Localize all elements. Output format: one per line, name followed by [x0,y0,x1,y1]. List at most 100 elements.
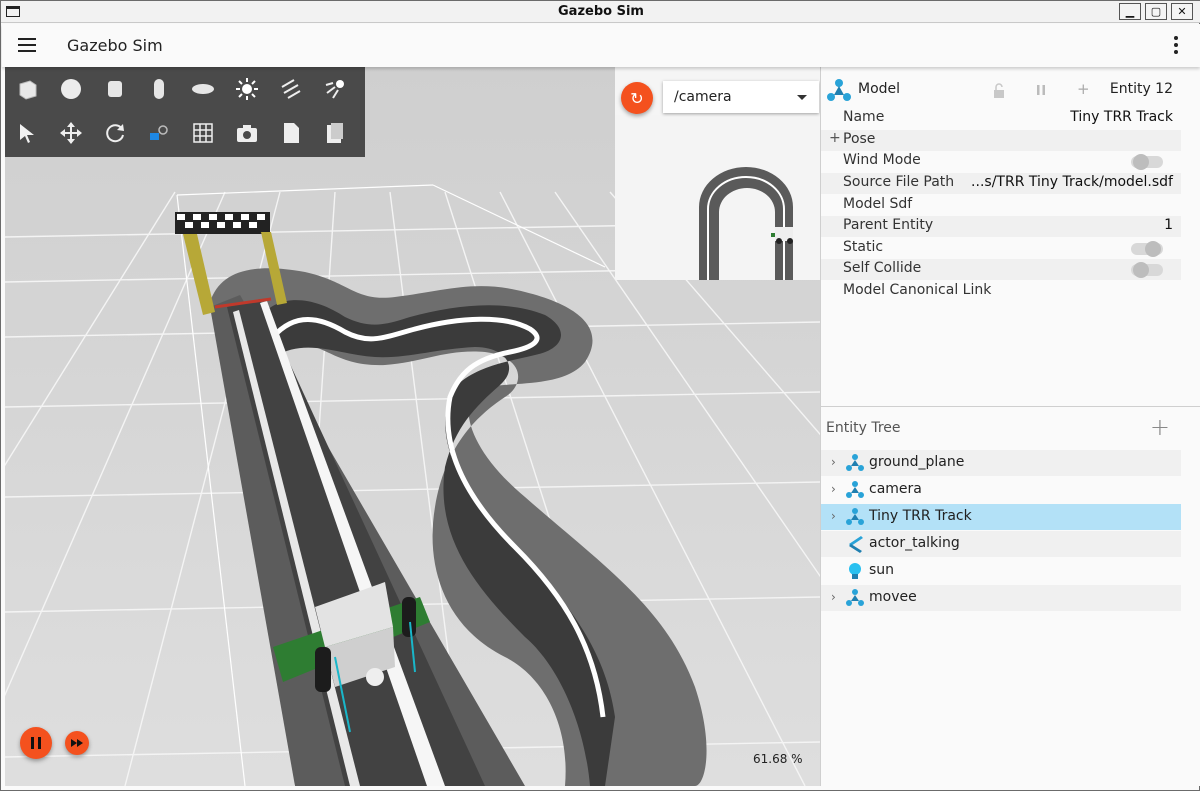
wind-mode-toggle[interactable] [1131,154,1163,170]
step-button[interactable] [65,731,89,755]
cylinder-icon[interactable] [97,71,133,107]
refresh-topic-button[interactable]: ↻ [621,82,653,114]
screenshot-icon[interactable] [229,115,265,151]
directional-light-icon[interactable] [273,71,309,107]
window-titlebar[interactable]: Gazebo Sim ▁ ▢ ✕ [1,1,1200,23]
prop-key: Model Sdf [843,196,913,212]
minimize-button[interactable]: ▁ [1119,3,1141,20]
tree-item-label: actor_talking [869,535,960,551]
lock-icon[interactable] [991,83,1007,99]
chevron-right-icon[interactable]: › [831,590,836,604]
box-icon[interactable] [9,71,45,107]
paste-icon[interactable] [317,115,353,151]
entity-id: Entity 12 [1109,81,1173,97]
pause-updates-icon[interactable] [1035,84,1047,96]
prop-key: Pose [843,131,876,147]
tree-item-label: ground_plane [869,454,965,470]
kebab-menu-icon[interactable] [1174,36,1178,54]
model-icon [846,481,864,498]
prop-value: 1 [1164,217,1173,233]
transform-mode-icon[interactable] [141,115,177,151]
sun-light-icon[interactable] [229,71,265,107]
prop-row-self-collide: Self Collide [821,259,1181,280]
tree-item-tiny-trr-track[interactable]: › Tiny TRR Track [821,504,1181,530]
app-window: Gazebo Sim ▁ ▢ ✕ Gazebo Sim ↻ /camera 61… [0,0,1200,791]
tree-item-sun[interactable]: sun [821,558,1181,584]
close-button[interactable]: ✕ [1171,3,1193,20]
static-toggle[interactable] [1131,241,1163,257]
tree-item-movee[interactable]: › movee [821,585,1181,611]
tree-item-actor-talking[interactable]: actor_talking [821,531,1181,557]
sphere-icon[interactable] [53,71,89,107]
prop-row-model-sdf: Model Sdf [821,195,1181,216]
refresh-icon: ↻ [630,88,644,108]
prop-key: Source File Path [843,174,955,190]
prop-row-name: Name Tiny TRR Track [821,108,1181,129]
maximize-button[interactable]: ▢ [1145,3,1167,20]
model-icon [846,508,864,525]
tree-item-label: Tiny TRR Track [869,508,972,524]
model-icon [846,589,864,606]
entity-tree-title: Entity Tree [826,420,901,436]
prop-row-static: Static [821,238,1181,259]
expand-icon[interactable]: + [829,130,841,146]
add-component-icon[interactable]: + [1077,80,1090,98]
grid-snap-icon[interactable] [185,115,221,151]
prop-key: Name [843,109,885,125]
component-inspector-header: Model + Entity 12 [821,75,1200,105]
app-header: Gazebo Sim [2,24,1200,67]
prop-key: Parent Entity [843,217,934,233]
real-time-factor: 61.68 % [753,752,803,766]
chevron-down-icon [797,95,807,100]
chevron-right-icon[interactable]: › [831,482,836,496]
model-icon [846,454,864,471]
camera-topic-select[interactable]: /camera [663,81,819,113]
rotate-icon[interactable] [97,115,133,151]
actor-icon [849,536,863,553]
self-collide-toggle[interactable] [1131,262,1163,278]
right-panel: Model + Entity 12 Name Tiny TRR Track + … [820,67,1200,786]
light-bulb-icon [849,563,861,579]
prop-key: Static [843,239,884,255]
prop-row-pose[interactable]: + Pose [821,130,1181,151]
scene-toolbar [5,67,365,157]
prop-row-parent-entity: Parent Entity 1 [821,216,1181,237]
maximize-icon: ▢ [1150,5,1162,18]
window-title: Gazebo Sim [558,4,644,19]
translate-icon[interactable] [53,115,89,151]
prop-key: Self Collide [843,260,922,276]
tree-item-ground-plane[interactable]: › ground_plane [821,450,1181,476]
chevron-right-icon[interactable]: › [831,455,836,469]
add-entity-icon[interactable]: + [1150,413,1170,441]
tree-item-label: movee [869,589,917,605]
select-icon[interactable] [9,115,45,151]
chevron-right-icon[interactable]: › [831,509,836,523]
camera-topic-value: /camera [674,89,732,105]
close-icon: ✕ [1177,5,1187,18]
app-title: Gazebo Sim [67,36,163,55]
prop-key: Model Canonical Link [843,282,992,298]
ellipsoid-icon[interactable] [185,71,221,107]
panel-divider[interactable] [821,406,1200,407]
tree-item-label: camera [869,481,922,497]
prop-row-source-file: Source File Path ...s/TRR Tiny Track/mod… [821,173,1181,194]
fast-forward-icon [71,739,83,747]
prop-value: Tiny TRR Track [1070,109,1173,125]
tree-item-label: sun [869,562,895,578]
component-inspector-title: Model [858,81,901,97]
capsule-icon[interactable] [141,71,177,107]
model-icon [827,79,851,101]
pause-icon [31,737,41,749]
minimize-icon: ▁ [1125,5,1135,18]
scene-3d-view[interactable]: ↻ /camera 61.68 % [5,67,820,786]
pause-button[interactable] [20,727,52,759]
camera-image-display: ↻ /camera [615,67,820,280]
prop-key: Wind Mode [843,152,921,168]
tree-item-camera[interactable]: › camera [821,477,1181,503]
prop-row-wind-mode: Wind Mode [821,151,1181,172]
prop-value: ...s/TRR Tiny Track/model.sdf [971,174,1173,190]
copy-icon[interactable] [273,115,309,151]
prop-row-canonical-link: Model Canonical Link [821,281,1181,302]
hamburger-icon[interactable] [18,38,36,52]
spot-light-icon[interactable] [317,71,353,107]
